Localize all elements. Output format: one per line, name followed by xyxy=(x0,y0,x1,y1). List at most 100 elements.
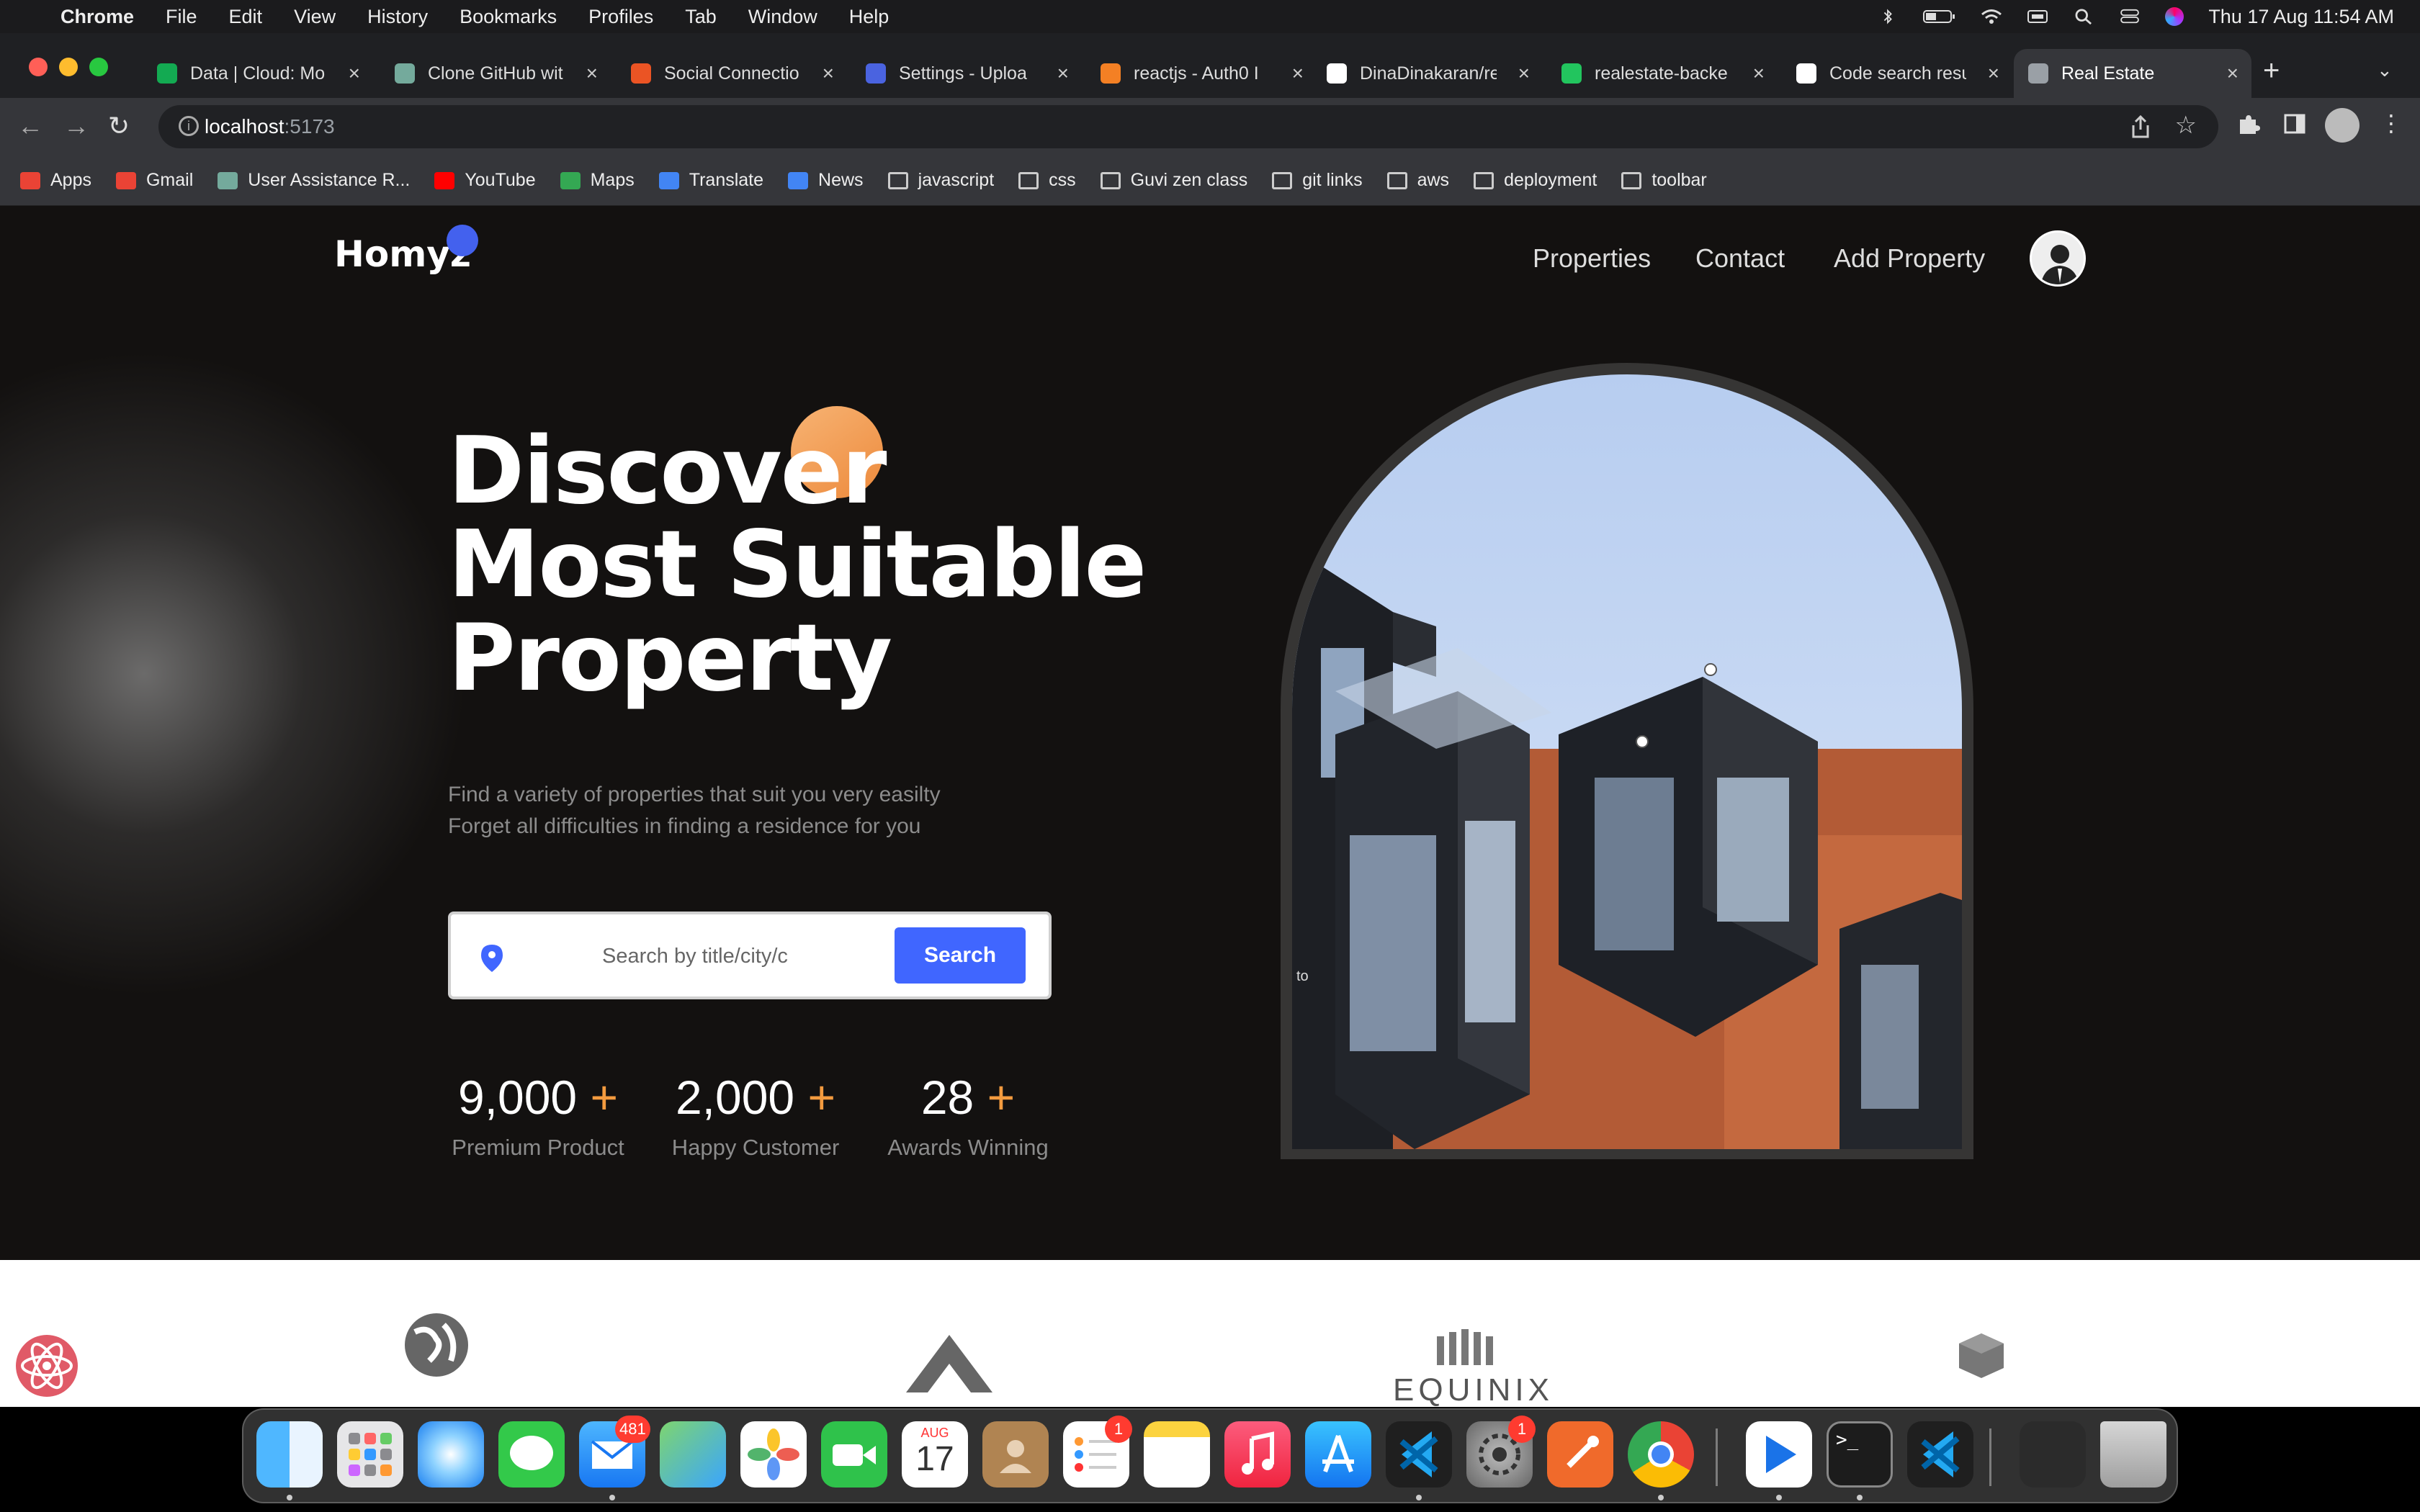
stat-plus: + xyxy=(590,1071,619,1124)
menu-file[interactable]: File xyxy=(166,6,197,28)
spotlight-search-icon[interactable] xyxy=(2073,9,2094,24)
safari-icon[interactable] xyxy=(418,1421,484,1488)
stat-awards-winning: 28 + Awards Winning xyxy=(883,1070,1053,1161)
menu-bookmarks[interactable]: Bookmarks xyxy=(460,6,557,28)
tab-close-icon[interactable]: × xyxy=(349,62,360,85)
browser-tab[interactable]: Code search resu × xyxy=(1782,49,2012,98)
tab-close-icon[interactable]: × xyxy=(2227,62,2238,85)
extensions-puzzle-icon[interactable] xyxy=(2237,112,2260,135)
browser-tab[interactable]: Real Estate × xyxy=(2014,49,2251,98)
bookmark-label: Maps xyxy=(590,170,635,190)
bluetooth-icon[interactable] xyxy=(1877,9,1899,24)
notes-icon[interactable] xyxy=(1144,1421,1210,1488)
menu-profiles[interactable]: Profiles xyxy=(588,6,653,28)
chrome-menu-kebab-icon[interactable]: ⋮ xyxy=(2380,109,2403,137)
bookmark-item[interactable]: deployment xyxy=(1474,170,1597,191)
address-bar[interactable]: i localhost:5173 ☆ xyxy=(158,105,2218,148)
bookmark-item[interactable]: Maps xyxy=(560,170,635,191)
bookmark-item[interactable]: Translate xyxy=(658,170,763,191)
launchpad-icon[interactable] xyxy=(337,1421,403,1488)
calendar-icon[interactable]: AUG 17 xyxy=(902,1421,968,1488)
minimized-window-thumbnail[interactable] xyxy=(2020,1421,2086,1488)
terminal-icon[interactable]: >_ xyxy=(1827,1421,1893,1488)
bookmark-item[interactable]: Guvi zen class xyxy=(1100,170,1247,191)
postman-icon[interactable] xyxy=(1547,1421,1613,1488)
tab-title: DinaDinakaran/re xyxy=(1360,63,1497,84)
back-arrow-icon[interactable]: ← xyxy=(17,111,43,141)
share-icon[interactable] xyxy=(2130,115,2151,138)
maps-icon[interactable] xyxy=(660,1421,726,1488)
bookmark-item[interactable]: toolbar xyxy=(1621,170,1707,191)
browser-tab[interactable]: Social Connectio × xyxy=(617,49,847,98)
profile-avatar-icon[interactable] xyxy=(2325,108,2360,143)
browser-tab[interactable]: realestate-backe × xyxy=(1547,49,1778,98)
bookmark-item[interactable]: Gmail xyxy=(115,170,193,191)
tab-close-icon[interactable]: × xyxy=(823,62,834,85)
facetime-icon[interactable] xyxy=(821,1421,887,1488)
menubar-clock[interactable]: Thu 17 Aug 11:54 AM xyxy=(2208,6,2394,28)
bookmark-item[interactable]: Apps xyxy=(20,170,91,191)
menu-view[interactable]: View xyxy=(294,6,336,28)
menu-window[interactable]: Window xyxy=(748,6,817,28)
site-info-icon[interactable]: i xyxy=(179,116,199,136)
user-avatar[interactable] xyxy=(2030,230,2086,287)
messages-icon[interactable] xyxy=(498,1421,565,1488)
bookmark-item[interactable]: aws xyxy=(1386,170,1449,191)
search-button[interactable]: Search xyxy=(895,927,1026,984)
bookmark-item[interactable]: git links xyxy=(1272,170,1363,191)
tab-title: Data | Cloud: Mo xyxy=(190,63,326,84)
search-input[interactable] xyxy=(602,942,811,971)
wifi-icon[interactable] xyxy=(1981,9,2002,24)
photos-icon[interactable] xyxy=(740,1421,807,1488)
zoom-window-button[interactable] xyxy=(89,58,108,76)
keyboard-input-icon[interactable] xyxy=(2027,9,2048,24)
music-icon[interactable] xyxy=(1224,1421,1291,1488)
side-panel-icon[interactable] xyxy=(2283,112,2306,135)
menu-app-name[interactable]: Chrome xyxy=(60,6,134,28)
browser-tab[interactable]: reactjs - Auth0 I × xyxy=(1086,49,1317,98)
browser-tab[interactable]: Data | Cloud: Mo × xyxy=(143,49,373,98)
minimize-window-button[interactable] xyxy=(59,58,78,76)
browser-tab[interactable]: DinaDinakaran/re × xyxy=(1312,49,1543,98)
bookmark-item[interactable]: News xyxy=(788,170,864,191)
tab-close-icon[interactable]: × xyxy=(586,62,598,85)
tab-search-chevron-icon[interactable]: ⌄ xyxy=(2377,59,2393,81)
tab-close-icon[interactable]: × xyxy=(1753,62,1765,85)
browser-tab[interactable]: Clone GitHub wit × xyxy=(380,49,611,98)
tab-close-icon[interactable]: × xyxy=(1292,62,1304,85)
chrome-dock-icon[interactable] xyxy=(1628,1421,1694,1488)
prime-video-icon[interactable] xyxy=(1746,1421,1812,1488)
close-window-button[interactable] xyxy=(29,58,48,76)
vscode-insiders-icon[interactable] xyxy=(1907,1421,1973,1488)
bookmark-item[interactable]: YouTube xyxy=(434,170,536,191)
bookmark-star-icon[interactable]: ☆ xyxy=(2175,111,2197,140)
siri-icon[interactable] xyxy=(2165,7,2184,26)
finder-icon[interactable] xyxy=(256,1421,323,1488)
menu-history[interactable]: History xyxy=(367,6,428,28)
forward-arrow-icon[interactable]: → xyxy=(63,111,89,141)
nav-properties-link[interactable]: Properties xyxy=(1533,243,1651,274)
bookmark-item[interactable]: User Assistance R... xyxy=(218,170,410,191)
menu-help[interactable]: Help xyxy=(849,6,889,28)
control-center-icon[interactable] xyxy=(2119,9,2141,24)
url-text[interactable]: localhost:5173 xyxy=(205,115,335,138)
bookmark-item[interactable]: javascript xyxy=(887,170,994,191)
tab-close-icon[interactable]: × xyxy=(1988,62,1999,85)
battery-icon[interactable] xyxy=(1923,9,1956,24)
reload-icon[interactable]: ↻ xyxy=(108,111,130,141)
react-devtools-icon[interactable] xyxy=(14,1333,79,1398)
vscode-icon[interactable] xyxy=(1386,1421,1452,1488)
menu-edit[interactable]: Edit xyxy=(229,6,263,28)
menu-tab[interactable]: Tab xyxy=(685,6,717,28)
trash-icon[interactable] xyxy=(2100,1421,2166,1488)
tab-close-icon[interactable]: × xyxy=(1518,62,1530,85)
contacts-icon[interactable] xyxy=(982,1421,1049,1488)
nav-contact-link[interactable]: Contact xyxy=(1695,243,1785,274)
browser-tab[interactable]: Settings - Uploa × xyxy=(851,49,1082,98)
tab-favicon-icon xyxy=(1561,63,1582,84)
bookmark-item[interactable]: css xyxy=(1018,170,1076,191)
app-store-icon[interactable] xyxy=(1305,1421,1371,1488)
new-tab-icon[interactable]: + xyxy=(2263,55,2280,87)
nav-add-property-link[interactable]: Add Property xyxy=(1834,243,1985,274)
tab-close-icon[interactable]: × xyxy=(1057,62,1069,85)
